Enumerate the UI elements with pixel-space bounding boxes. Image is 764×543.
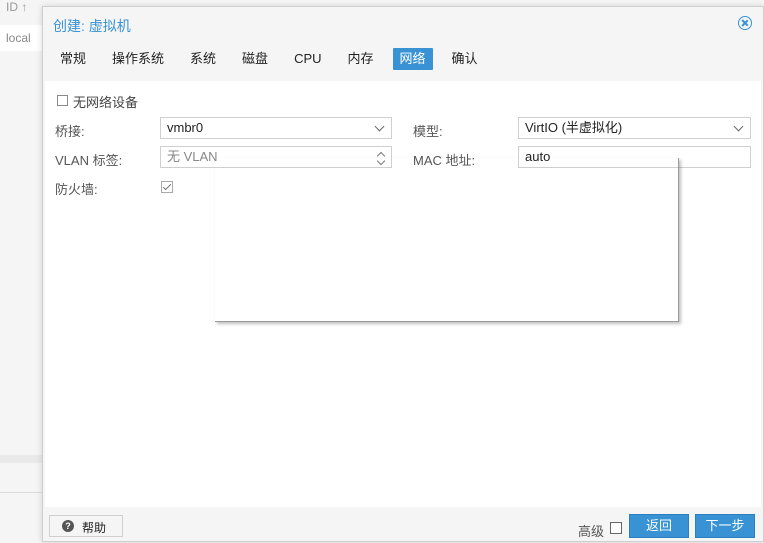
network-form-panel: 无网络设备 桥接: vmbr0 模型: VirtIO (半虚拟化) VLAN 标… (45, 81, 761, 507)
bridge-value: vmbr0 (167, 120, 204, 135)
background-row[interactable]: local (0, 25, 42, 51)
dialog-footer: ? 帮助 高级 返回 下一步 (43, 509, 763, 543)
tab-confirm[interactable]: 确认 (445, 48, 485, 70)
bridge-select[interactable]: vmbr0 (160, 117, 392, 139)
model-value: VirtIO (半虚拟化) (525, 120, 623, 135)
dialog-title-bar[interactable]: 创建: 虚拟机 (43, 7, 763, 41)
tab-system[interactable]: 系统 (183, 48, 223, 70)
background-column-header: ID ↑ (6, 0, 28, 14)
tab-cpu[interactable]: CPU (287, 48, 328, 70)
create-vm-dialog: 创建: 虚拟机 常规 操作系统 系统 磁盘 CPU 内存 网络 确认 无网络设备… (42, 6, 764, 542)
question-icon: ? (62, 520, 74, 532)
wizard-tabs: 常规 操作系统 系统 磁盘 CPU 内存 网络 确认 (53, 48, 497, 72)
vlan-value: 无 VLAN (167, 149, 218, 164)
bridge-label: 桥接: (55, 124, 85, 139)
help-label: 帮助 (82, 521, 107, 535)
help-button[interactable]: ? 帮助 (49, 515, 123, 537)
no-network-label: 无网络设备 (73, 95, 139, 110)
close-icon[interactable] (738, 16, 752, 30)
back-button[interactable]: 返回 (629, 514, 689, 538)
background-panel: ID ↑ local (0, 0, 42, 542)
model-label: 模型: (413, 124, 443, 139)
advanced-checkbox[interactable] (610, 522, 622, 534)
background-divider (0, 455, 42, 463)
tab-os[interactable]: 操作系统 (105, 48, 171, 70)
dialog-title: 创建: 虚拟机 (53, 18, 131, 34)
tab-network[interactable]: 网络 (392, 48, 433, 70)
no-network-checkbox[interactable] (57, 95, 68, 106)
tab-general[interactable]: 常规 (53, 48, 93, 70)
chevron-down-icon[interactable] (733, 121, 744, 132)
overlay-panel-shadow (215, 158, 679, 322)
firewall-label: 防火墙: (55, 182, 98, 197)
model-select[interactable]: VirtIO (半虚拟化) (518, 117, 751, 139)
advanced-label: 高级 (578, 524, 605, 539)
next-button[interactable]: 下一步 (695, 514, 755, 538)
chevron-down-icon[interactable] (374, 121, 385, 132)
tab-disks[interactable]: 磁盘 (235, 48, 275, 70)
firewall-checkbox[interactable] (161, 181, 173, 193)
vlan-label: VLAN 标签: (55, 153, 123, 168)
background-divider (0, 492, 42, 493)
tab-memory[interactable]: 内存 (341, 48, 381, 70)
